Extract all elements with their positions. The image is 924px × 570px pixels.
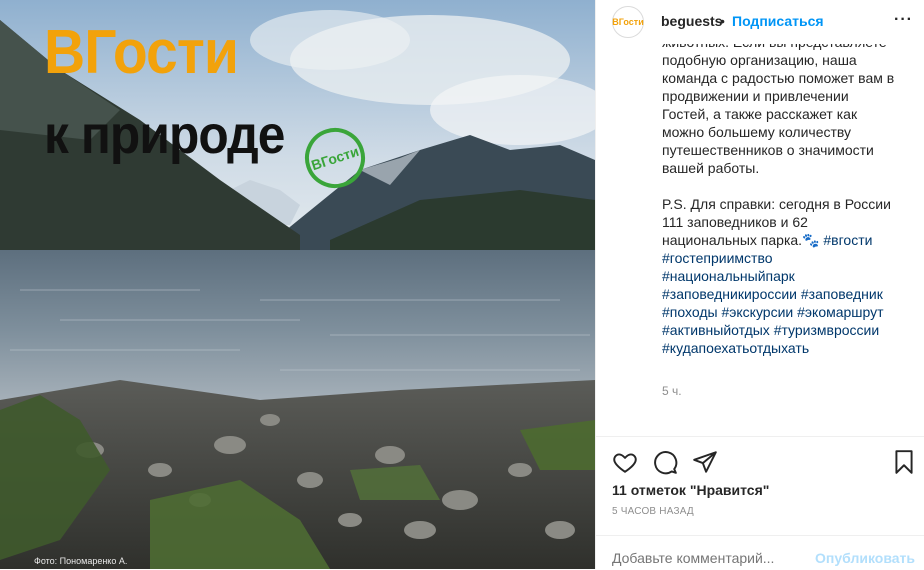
post-details-panel: животных. Если вы представляете подобную… [595, 0, 924, 569]
post-actions-bar [596, 436, 924, 482]
post-header: ВГости beguests • Подписаться ··· [596, 0, 924, 44]
caption-timestamp[interactable]: 5 ч. [662, 384, 682, 398]
comment-bar: Опубликовать [596, 535, 924, 570]
caption-line: путешественников о значимости [662, 142, 874, 158]
bookmark-icon[interactable] [891, 449, 917, 475]
photo-credit: Фото: Пономаренко А. [34, 556, 128, 566]
caption-line: подобную организацию, наша [662, 52, 857, 68]
username-link[interactable]: beguests [661, 13, 722, 29]
post-image[interactable]: ВГости к природе ВГости Фото: Пономаренк… [0, 0, 595, 569]
more-options-icon[interactable]: ··· [894, 11, 913, 29]
hashtag-link[interactable]: #походы [662, 304, 718, 320]
hashtag-link[interactable]: #кудапоехатьотдыхать [662, 340, 809, 356]
caption-line: команда с радостью поможет вам в [662, 70, 895, 86]
hashtag-link[interactable]: #экомаршрут [797, 304, 883, 320]
caption-line: можно большему количеству [662, 124, 852, 140]
heart-icon[interactable] [612, 449, 638, 475]
publish-button[interactable]: Опубликовать [815, 550, 915, 566]
caption-line: вашей работы. [662, 160, 760, 176]
likes-count[interactable]: 11 отметок "Нравится" [612, 482, 769, 498]
share-icon[interactable] [692, 449, 718, 475]
avatar[interactable]: ВГости [612, 6, 644, 38]
caption-ps-line: P.S. Для справки: сегодня в России [662, 196, 891, 212]
post-caption: животных. Если вы представляете подобную… [662, 33, 914, 357]
caption-ps-line: 111 заповедников и 62 [662, 214, 808, 230]
hashtag-link[interactable]: #активныйотдых [662, 322, 770, 338]
separator-dot: • [720, 13, 725, 29]
photo-title-brand: ВГости [44, 18, 239, 87]
caption-ps-line-with-tag: национальных парка.🐾 #вгости [662, 232, 873, 248]
hashtag-link[interactable]: #национальныйпарк [662, 268, 795, 284]
caption-line: продвижении и привлечении [662, 88, 849, 104]
hashtag-link[interactable]: #заповедникироссии [662, 286, 797, 302]
hashtag-link[interactable]: #экскурсии [721, 304, 793, 320]
hashtag-link[interactable]: #заповедник [801, 286, 883, 302]
hashtag-link[interactable]: #гостеприимство [662, 250, 773, 266]
caption-line: Гостей, а также расскажет как [662, 106, 858, 122]
post-date[interactable]: 5 ЧАСОВ НАЗАД [612, 506, 694, 517]
hashtag-link[interactable]: #туризмвроссии [774, 322, 880, 338]
photo-title-subtitle: к природе [44, 105, 285, 165]
comment-input[interactable] [612, 550, 812, 566]
hashtag-link[interactable]: #вгости [823, 232, 872, 248]
comment-icon[interactable] [652, 449, 678, 475]
follow-button[interactable]: Подписаться [732, 13, 824, 29]
